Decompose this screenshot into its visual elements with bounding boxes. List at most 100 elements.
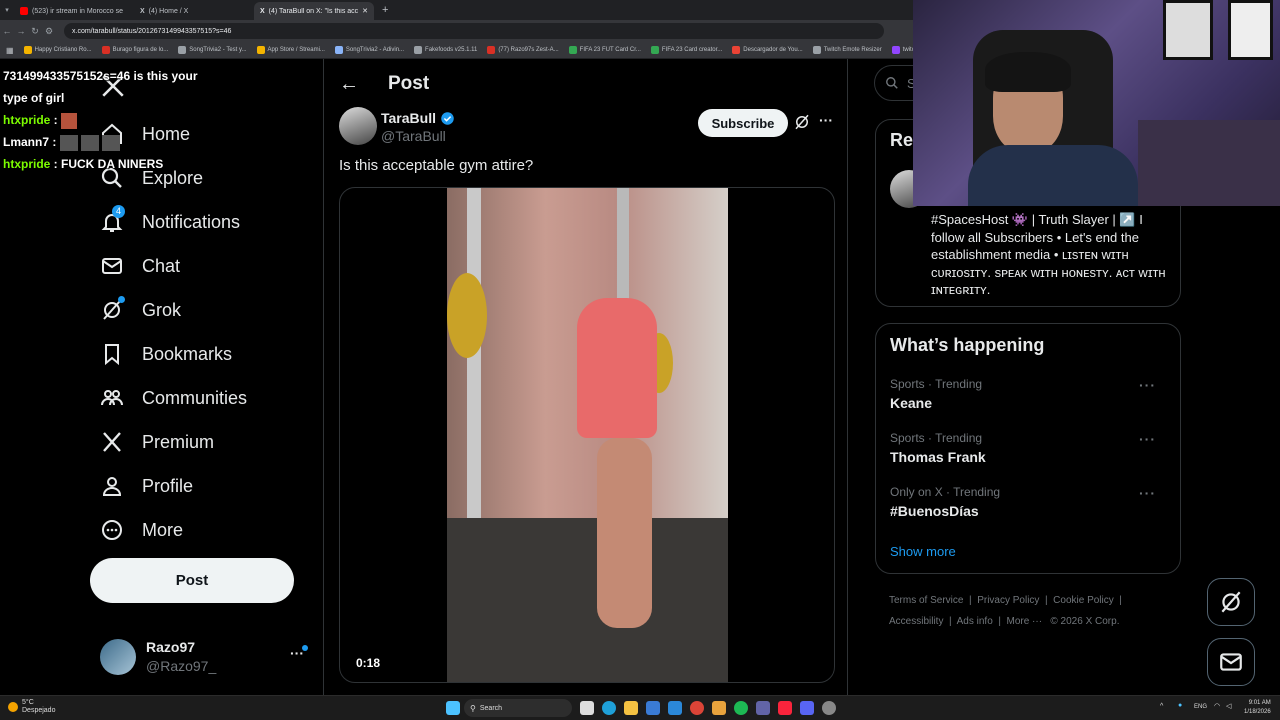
- back-icon[interactable]: ←: [0, 26, 14, 36]
- grok-float-button[interactable]: [1207, 578, 1255, 626]
- grok-icon: [1221, 591, 1241, 613]
- author-avatar[interactable]: [339, 107, 377, 145]
- x-favicon-icon: X: [260, 7, 265, 15]
- taskbar-search[interactable]: ⚲ Search: [464, 699, 572, 717]
- post-button[interactable]: Post: [90, 558, 294, 603]
- whats-happening-title: What’s happening: [890, 335, 1045, 355]
- nav-communities[interactable]: Communities: [100, 386, 247, 410]
- browser-tab-post[interactable]: X (4) TaraBull on X: "Is this accep ✕: [254, 2, 374, 20]
- author-name-row[interactable]: TaraBull: [381, 110, 455, 126]
- browser-tab-home[interactable]: X (4) Home / X: [134, 2, 254, 20]
- footer-link[interactable]: Terms of Service: [889, 595, 963, 606]
- bookmark-item[interactable]: Twitch Emote Resizer: [812, 46, 882, 54]
- weather-widget[interactable]: 5°C Despejado: [8, 699, 55, 715]
- close-tab-icon[interactable]: ✕: [362, 7, 368, 15]
- chat-message: htxpride :: [3, 109, 218, 131]
- trend-more-icon[interactable]: ···: [1139, 431, 1156, 447]
- trend-more-icon[interactable]: ···: [1139, 485, 1156, 501]
- bookmark-item[interactable]: SongTrivia2 - Adivin...: [334, 46, 404, 54]
- bookmark-item[interactable]: FIFA 23 FUT Card Cr...: [568, 46, 641, 54]
- chrome-icon[interactable]: [690, 701, 704, 715]
- volume-icon[interactable]: ◁: [1226, 702, 1231, 710]
- bookmark-icon: [101, 46, 110, 54]
- store-icon[interactable]: [646, 701, 660, 715]
- wifi-icon[interactable]: ◠: [1214, 702, 1220, 710]
- nav-premium[interactable]: Premium: [100, 430, 214, 454]
- footer-link[interactable]: Ads info: [957, 616, 993, 627]
- bookmark-item[interactable]: Happy Cristiano Ro...: [23, 46, 92, 54]
- trend-item[interactable]: Sports · Trending Thomas Frank ···: [890, 431, 1170, 465]
- stream-chat-overlay: 731499433575152s=46 is this your type of…: [3, 65, 218, 175]
- new-tab-button[interactable]: +: [382, 4, 388, 16]
- app-icon[interactable]: [756, 701, 770, 715]
- trend-item[interactable]: Only on X · Trending #BuenosDías ···: [890, 485, 1170, 519]
- settings-icon[interactable]: [822, 701, 836, 715]
- trend-item[interactable]: Sports · Trending Keane ···: [890, 377, 1170, 411]
- chat-message: htxpride : FUCK DA NINERS: [3, 157, 164, 171]
- spotify-icon[interactable]: [734, 701, 748, 715]
- bookmark-item[interactable]: (77) Razo97s Zest-A...: [487, 46, 559, 54]
- account-switcher[interactable]: Razo97 @Razo97_ ···: [100, 637, 312, 677]
- relevant-bio: #SpacesHost 👾 | Truth Slayer | ↗️ I foll…: [931, 212, 1166, 297]
- bookmark-item[interactable]: Burago figura de lo...: [101, 46, 168, 54]
- nav-profile[interactable]: Profile: [100, 474, 193, 498]
- site-info-icon[interactable]: ⚙: [42, 26, 56, 37]
- discord-icon[interactable]: [800, 701, 814, 715]
- clock[interactable]: 9:01 AM 1/18/2026: [1244, 699, 1271, 717]
- tab-menu-icon[interactable]: ▾: [0, 6, 14, 14]
- tray-app-icon[interactable]: ●: [1178, 702, 1182, 709]
- mail-app-icon[interactable]: [668, 701, 682, 715]
- bookmark-item[interactable]: FIFA 23 Card creator...: [650, 46, 722, 54]
- windows-start-icon[interactable]: [446, 701, 460, 715]
- reload-icon[interactable]: ↻: [28, 26, 42, 37]
- apps-grid-icon[interactable]: ▦: [6, 46, 14, 55]
- bookmark-icon: [650, 46, 659, 54]
- footer-link[interactable]: Privacy Policy: [977, 595, 1039, 606]
- more-circle-icon: [102, 520, 122, 540]
- bookmark-item[interactable]: Descargador de You...: [732, 46, 803, 54]
- footer-link[interactable]: Cookie Policy: [1053, 595, 1114, 606]
- tray-chevron-icon[interactable]: ^: [1160, 703, 1163, 710]
- nav-grok[interactable]: Grok: [100, 296, 181, 322]
- nav-chat[interactable]: Chat: [100, 254, 180, 278]
- nav-notifications[interactable]: 4 Notifications: [100, 205, 240, 234]
- trend-more-icon[interactable]: ···: [1139, 377, 1156, 393]
- language-indicator[interactable]: ENG: [1194, 704, 1207, 710]
- app-icon[interactable]: [712, 701, 726, 715]
- bookmark-item[interactable]: Fakefoods v25.1.11: [414, 46, 477, 54]
- show-more-link[interactable]: Show more: [890, 544, 956, 559]
- forward-icon[interactable]: →: [14, 26, 28, 36]
- author-handle[interactable]: @TaraBull: [381, 128, 446, 144]
- chat-message: Lmann7 :: [3, 131, 218, 153]
- search-icon: ⚲: [470, 703, 476, 713]
- url-field[interactable]: x.com/tarabull/status/201267314994335751…: [64, 23, 884, 39]
- bookmark-icon: [105, 344, 119, 366]
- nav-bookmarks[interactable]: Bookmarks: [100, 342, 232, 366]
- post-more-icon[interactable]: ···: [819, 112, 833, 128]
- video-frame: [447, 188, 728, 682]
- video-player[interactable]: 0:18: [339, 187, 835, 683]
- footer-link[interactable]: More ···: [1007, 616, 1043, 627]
- nav-more[interactable]: More: [100, 518, 183, 542]
- wall-frame: [1228, 0, 1273, 60]
- app-icon[interactable]: [778, 701, 792, 715]
- edge-icon[interactable]: [602, 701, 616, 715]
- subscribe-button[interactable]: Subscribe: [698, 109, 788, 137]
- messages-float-button[interactable]: [1207, 638, 1255, 686]
- windows-taskbar: 5°C Despejado ⚲ Search ^ ● ENG ◠ ◁ 9:01 …: [0, 695, 1280, 720]
- x-logo-icon: [103, 432, 121, 452]
- back-arrow-icon[interactable]: ←: [339, 73, 359, 96]
- webcam-overlay: [913, 0, 1280, 206]
- bookmark-icon: [891, 46, 900, 54]
- person-legs: [597, 438, 652, 628]
- footer-links: Terms of Service | Privacy Policy | Cook…: [889, 595, 1122, 627]
- browser-tab-youtube[interactable]: (523) ir stream in Morocco se: [14, 2, 134, 20]
- bookmark-item[interactable]: App Store / Streami...: [256, 46, 325, 54]
- grok-icon[interactable]: [793, 113, 811, 136]
- bookmark-item[interactable]: SongTrivia2 - Test y...: [178, 46, 247, 54]
- footer-link[interactable]: Accessibility: [889, 616, 943, 627]
- emote-icon: [102, 134, 121, 151]
- file-explorer-icon[interactable]: [624, 701, 638, 715]
- account-handle: @Razo97_: [146, 658, 217, 674]
- task-view-icon[interactable]: [580, 701, 594, 715]
